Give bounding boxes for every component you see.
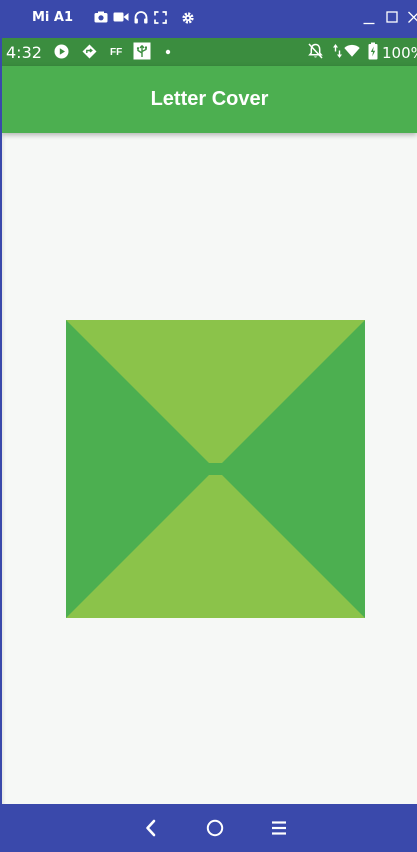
battery-charging-icon — [368, 42, 378, 60]
app-bar: Letter Cover — [2, 66, 417, 133]
app-title: Letter Cover — [150, 88, 269, 110]
ff-icon: FF — [110, 47, 122, 56]
battery-percentage: 100% — [382, 44, 417, 62]
home-icon[interactable] — [205, 817, 225, 839]
maximize-icon[interactable] — [386, 11, 398, 23]
emulator-window-bar: Mi A1 — [0, 0, 417, 38]
letter-cover-graphic — [66, 320, 365, 618]
phone-screen: 4:32 FF 100 Letter Cover — [2, 38, 417, 804]
menu-icon[interactable] — [270, 817, 288, 839]
headphones-icon[interactable] — [134, 11, 148, 24]
data-arrows-icon — [333, 44, 342, 58]
status-bar: 4:32 FF 100 — [2, 38, 417, 66]
status-time: 4:32 — [6, 43, 42, 62]
close-icon[interactable] — [408, 11, 417, 23]
nav-app-icon — [82, 44, 97, 59]
navigation-bar — [0, 804, 417, 852]
settings-icon[interactable] — [181, 11, 195, 25]
dot-icon — [165, 49, 171, 55]
video-icon[interactable] — [113, 11, 129, 23]
fullscreen-icon[interactable] — [154, 11, 167, 24]
usb-icon — [133, 42, 151, 60]
bell-off-icon — [308, 43, 323, 59]
play-icon — [54, 44, 69, 59]
back-icon[interactable] — [142, 817, 160, 839]
edge-shadow — [2, 133, 6, 804]
svg-text:FF: FF — [110, 47, 122, 56]
wifi-icon — [344, 44, 360, 57]
device-name: Mi A1 — [32, 10, 74, 25]
camera-icon[interactable] — [94, 11, 108, 23]
minimize-icon[interactable] — [363, 11, 375, 25]
